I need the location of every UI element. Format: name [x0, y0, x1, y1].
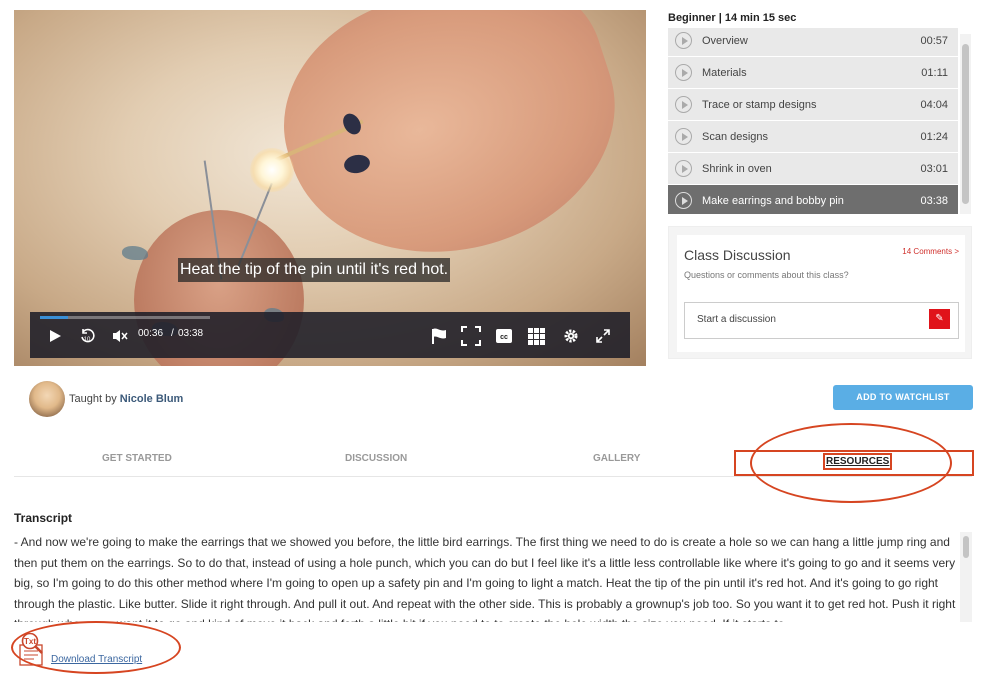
current-time: 00:36: [138, 328, 164, 339]
video-progress-bar[interactable]: [40, 316, 210, 319]
lesson-duration: 01:11: [921, 67, 948, 79]
class-discussion-panel: Class Discussion 14 Comments > Questions…: [668, 226, 972, 359]
svg-text:10: 10: [84, 337, 91, 343]
rewind-10-icon[interactable]: 10: [79, 328, 95, 344]
lesson-title: Overview: [702, 35, 748, 47]
lesson-duration: 03:01: [920, 163, 948, 175]
transcript-scrollbar[interactable]: [960, 532, 972, 622]
discussion-input[interactable]: Start a discussion: [684, 302, 959, 339]
teacher-avatar[interactable]: [29, 381, 65, 417]
taught-by: Taught by Nicole Blum: [69, 393, 183, 405]
video-frame-bird: [122, 246, 148, 260]
lesson-playlist: Overview 00:57 Materials 01:11 Trace or …: [668, 28, 958, 214]
tab-get-started[interactable]: GET STARTED: [102, 453, 172, 464]
lesson-title: Materials: [702, 67, 747, 79]
lesson-duration: 01:24: [920, 131, 948, 143]
course-level-duration: Beginner | 14 min 15 sec: [668, 12, 797, 24]
video-frame-flame: [250, 148, 294, 192]
play-circle-icon: [675, 160, 692, 177]
transcript-text: - And now we're going to make the earrin…: [14, 535, 956, 622]
grid-icon[interactable]: [528, 328, 545, 345]
expand-icon[interactable]: [596, 329, 610, 343]
play-circle-icon: [675, 32, 692, 49]
add-to-watchlist-button[interactable]: ADD TO WATCHLIST: [833, 385, 973, 410]
teacher-name-link[interactable]: Nicole Blum: [120, 393, 184, 405]
settings-gear-icon[interactable]: [563, 328, 579, 344]
lesson-item[interactable]: Trace or stamp designs 04:04: [668, 89, 958, 121]
lesson-item[interactable]: Materials 01:11: [668, 57, 958, 89]
tab-gallery[interactable]: GALLERY: [593, 453, 640, 464]
video-caption: Heat the tip of the pin until it's red h…: [178, 258, 451, 282]
scrollbar-thumb[interactable]: [963, 536, 969, 558]
video-controls: 10 00:36 / 03:38 cc: [30, 312, 630, 358]
video-player[interactable]: Heat the tip of the pin until it's red h…: [14, 10, 646, 366]
play-circle-icon: [675, 64, 692, 81]
lesson-item[interactable]: Scan designs 01:24: [668, 121, 958, 153]
lesson-duration: 00:57: [920, 35, 948, 47]
annotation-highlight-ellipse: [750, 423, 952, 503]
lesson-item[interactable]: Overview 00:57: [668, 28, 958, 57]
lesson-title: Scan designs: [702, 131, 769, 143]
transcript-title: Transcript: [14, 511, 73, 525]
tab-discussion[interactable]: DISCUSSION: [345, 453, 407, 464]
scrollbar-thumb[interactable]: [962, 44, 969, 204]
lesson-duration: 04:04: [920, 99, 948, 111]
lesson-item[interactable]: Shrink in oven 03:01: [668, 153, 958, 185]
duration: 03:38: [178, 328, 204, 339]
mute-icon[interactable]: [112, 329, 128, 343]
lesson-item-active[interactable]: Make earrings and bobby pin 03:38: [668, 185, 958, 214]
video-frame-hand: [253, 10, 646, 295]
time-separator: /: [171, 328, 174, 339]
discussion-title: Class Discussion: [684, 247, 791, 263]
taught-by-prefix: Taught by: [69, 393, 117, 405]
playlist-scrollbar[interactable]: [960, 34, 971, 214]
flag-icon[interactable]: [430, 327, 448, 345]
class-discussion-card: Class Discussion 14 Comments > Questions…: [677, 235, 965, 352]
lesson-title: Shrink in oven: [702, 163, 772, 175]
discussion-subtitle: Questions or comments about this class?: [684, 270, 849, 280]
lesson-title: Trace or stamp designs: [702, 99, 817, 111]
pencil-icon[interactable]: ✎: [929, 309, 950, 329]
play-circle-icon: [675, 96, 692, 113]
lesson-title: Make earrings and bobby pin: [702, 195, 844, 207]
fullscreen-frame-icon[interactable]: [461, 326, 481, 346]
closed-captions-icon[interactable]: cc: [496, 329, 512, 343]
video-progress-fill: [40, 316, 69, 319]
play-icon[interactable]: [48, 329, 62, 343]
annotation-highlight-ellipse: [11, 621, 181, 674]
comments-link[interactable]: 14 Comments >: [902, 247, 959, 256]
lesson-duration: 03:38: [920, 195, 948, 207]
svg-text:cc: cc: [500, 334, 508, 341]
play-circle-icon: [675, 128, 692, 145]
play-circle-icon: [675, 192, 692, 209]
